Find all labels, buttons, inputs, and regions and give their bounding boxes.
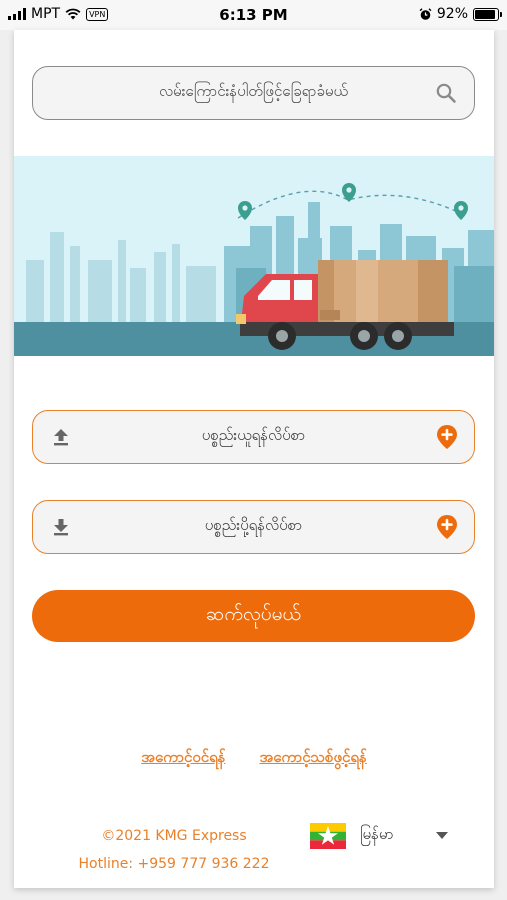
battery-icon xyxy=(473,7,502,21)
login-link[interactable]: အကောင့်ဝင်ရန် xyxy=(141,748,225,770)
language-label: မြန်မာ xyxy=(360,825,394,843)
continue-button[interactable]: ဆက်လုပ်မယ် xyxy=(32,590,475,642)
alarm-icon xyxy=(419,7,432,20)
tracking-search-field[interactable]: လမ်းကြောင်းနံပါတ်ဖြင့်ခြေရာခံမယ် xyxy=(32,66,475,120)
register-link[interactable]: အကောင့်သစ်ဖွင့်ရန် xyxy=(259,748,366,770)
language-selector[interactable]: မြန်မာ xyxy=(310,823,448,849)
myanmar-flag-icon xyxy=(310,823,346,849)
account-links: အကောင့်ဝင်ရန် အကောင့်သစ်ဖွင့်ရန် xyxy=(14,748,494,770)
dropoff-address-field[interactable]: ပစ္စည်းပို့ရန်လိပ်စာ xyxy=(32,500,475,554)
pickup-address-label: ပစ္စည်းယူရန်လိပ်စာ xyxy=(201,426,306,444)
upload-icon xyxy=(54,429,68,446)
chevron-down-icon[interactable] xyxy=(436,832,448,840)
copyright-text: ©2021 KMG Express xyxy=(101,828,247,844)
footer-info: ©2021 KMG Express Hotline: +959 777 936 … xyxy=(64,822,284,878)
download-icon xyxy=(54,519,68,536)
search-placeholder: လမ်းကြောင်းနံပါတ်ဖြင့်ခြေရာခံမယ် xyxy=(158,82,349,100)
dropoff-address-label: ပစ္စည်းပို့ရန်လိပ်စာ xyxy=(204,516,303,534)
delivery-truck-city-illustration xyxy=(14,156,494,356)
add-location-icon[interactable] xyxy=(435,514,459,540)
pickup-address-field[interactable]: ပစ္စည်းယူရန်လိပ်စာ xyxy=(32,410,475,464)
add-location-icon[interactable] xyxy=(435,424,459,450)
status-right: 92% xyxy=(419,6,502,22)
battery-percent: 92% xyxy=(436,6,468,22)
status-bar: MPT VPN 6:13 PM 92% xyxy=(0,0,507,30)
main-card: လမ်းကြောင်းနံပါတ်ဖြင့်ခြေရာခံမယ် ပစ္စည်း… xyxy=(14,30,494,888)
delivery-banner xyxy=(14,156,494,356)
hotline-text[interactable]: Hotline: +959 777 936 222 xyxy=(64,850,284,878)
search-icon[interactable] xyxy=(434,81,458,105)
